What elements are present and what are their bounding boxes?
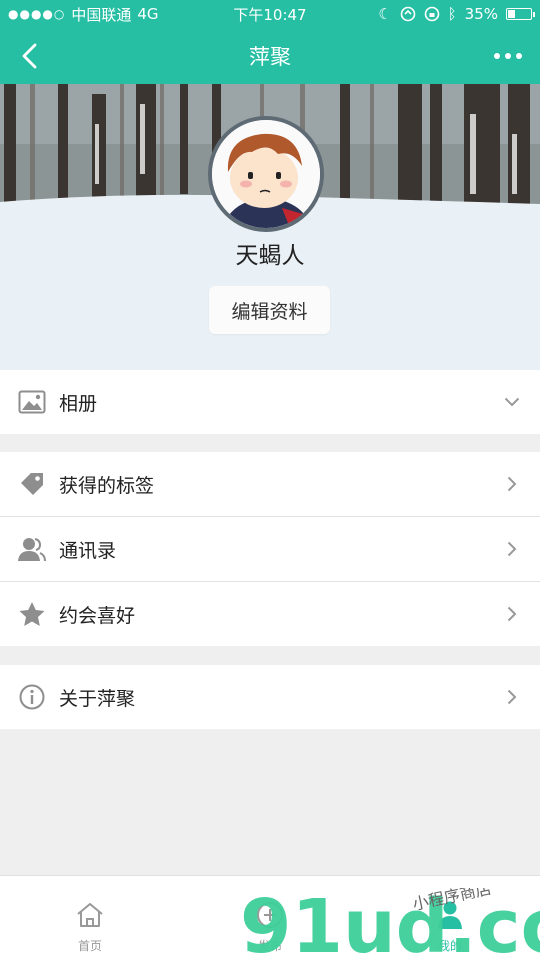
tag-icon — [18, 470, 46, 498]
menu-label-dating: 约会喜好 — [59, 604, 136, 627]
network-label: 4G — [137, 5, 159, 23]
tab-mine[interactable]: 我的 — [360, 876, 540, 960]
battery-icon — [506, 8, 535, 20]
menu-label-album: 相册 — [59, 392, 98, 415]
status-bar: ●●●●○ 中国联通 4G 下午10:47 ☾ ᛒ 35% — [0, 0, 540, 28]
tab-publish[interactable]: 发布 — [180, 876, 360, 960]
lock-rotation-icon — [424, 6, 439, 22]
bluetooth-icon: ᛒ — [447, 5, 457, 23]
info-icon — [18, 683, 46, 711]
image-icon — [18, 388, 46, 416]
plus-circle-icon — [254, 899, 286, 931]
menu-label-about: 关于萍聚 — [59, 687, 136, 710]
tab-home[interactable]: 首页 — [0, 876, 180, 960]
menu-item-contacts[interactable]: 通讯录 — [0, 517, 540, 581]
menu-item-about[interactable]: 关于萍聚 — [0, 665, 540, 729]
chevron-down-icon — [502, 392, 522, 412]
more-button[interactable] — [486, 36, 530, 76]
user-icon — [434, 899, 466, 931]
more-dot — [505, 53, 511, 59]
profile-header: 天蝎人 编辑资料 — [0, 84, 540, 370]
contacts-icon — [18, 535, 46, 563]
chevron-right-icon — [502, 687, 522, 707]
cartoon-boy-avatar — [212, 120, 320, 228]
menu-label-tags: 获得的标签 — [59, 474, 155, 497]
star-icon — [18, 600, 46, 628]
chevron-right-icon — [502, 604, 522, 624]
tab-label-home: 首页 — [77, 938, 102, 953]
sync-icon — [400, 6, 415, 22]
chevron-right-icon — [502, 474, 522, 494]
tab-label-mine: 我的 — [437, 938, 462, 953]
carrier-label: 中国联通 — [71, 5, 132, 24]
chevron-left-icon — [22, 43, 37, 69]
menu-label-contacts: 通讯录 — [59, 539, 117, 562]
menu-item-album[interactable]: 相册 — [0, 370, 540, 434]
signal-icon: ●●●●○ — [8, 7, 66, 21]
nickname: 天蝎人 — [235, 243, 305, 269]
page-title: 萍聚 — [249, 45, 291, 69]
tab-bar: 首页 发布 我的 — [0, 875, 540, 960]
more-dot — [516, 53, 522, 59]
menu-item-tags[interactable]: 获得的标签 — [0, 452, 540, 516]
back-button[interactable] — [10, 36, 50, 76]
menu-item-dating-preferences[interactable]: 约会喜好 — [0, 582, 540, 646]
edit-profile-button[interactable]: 编辑资料 — [209, 286, 330, 334]
nav-bar: 萍聚 — [0, 28, 540, 84]
chevron-right-icon — [502, 539, 522, 559]
moon-icon: ☾ — [378, 5, 392, 23]
more-dots-icon — [494, 53, 500, 59]
home-icon — [74, 899, 106, 931]
tab-label-publish: 发布 — [257, 938, 282, 953]
avatar[interactable] — [208, 116, 324, 232]
battery-percent: 35% — [464, 5, 498, 23]
